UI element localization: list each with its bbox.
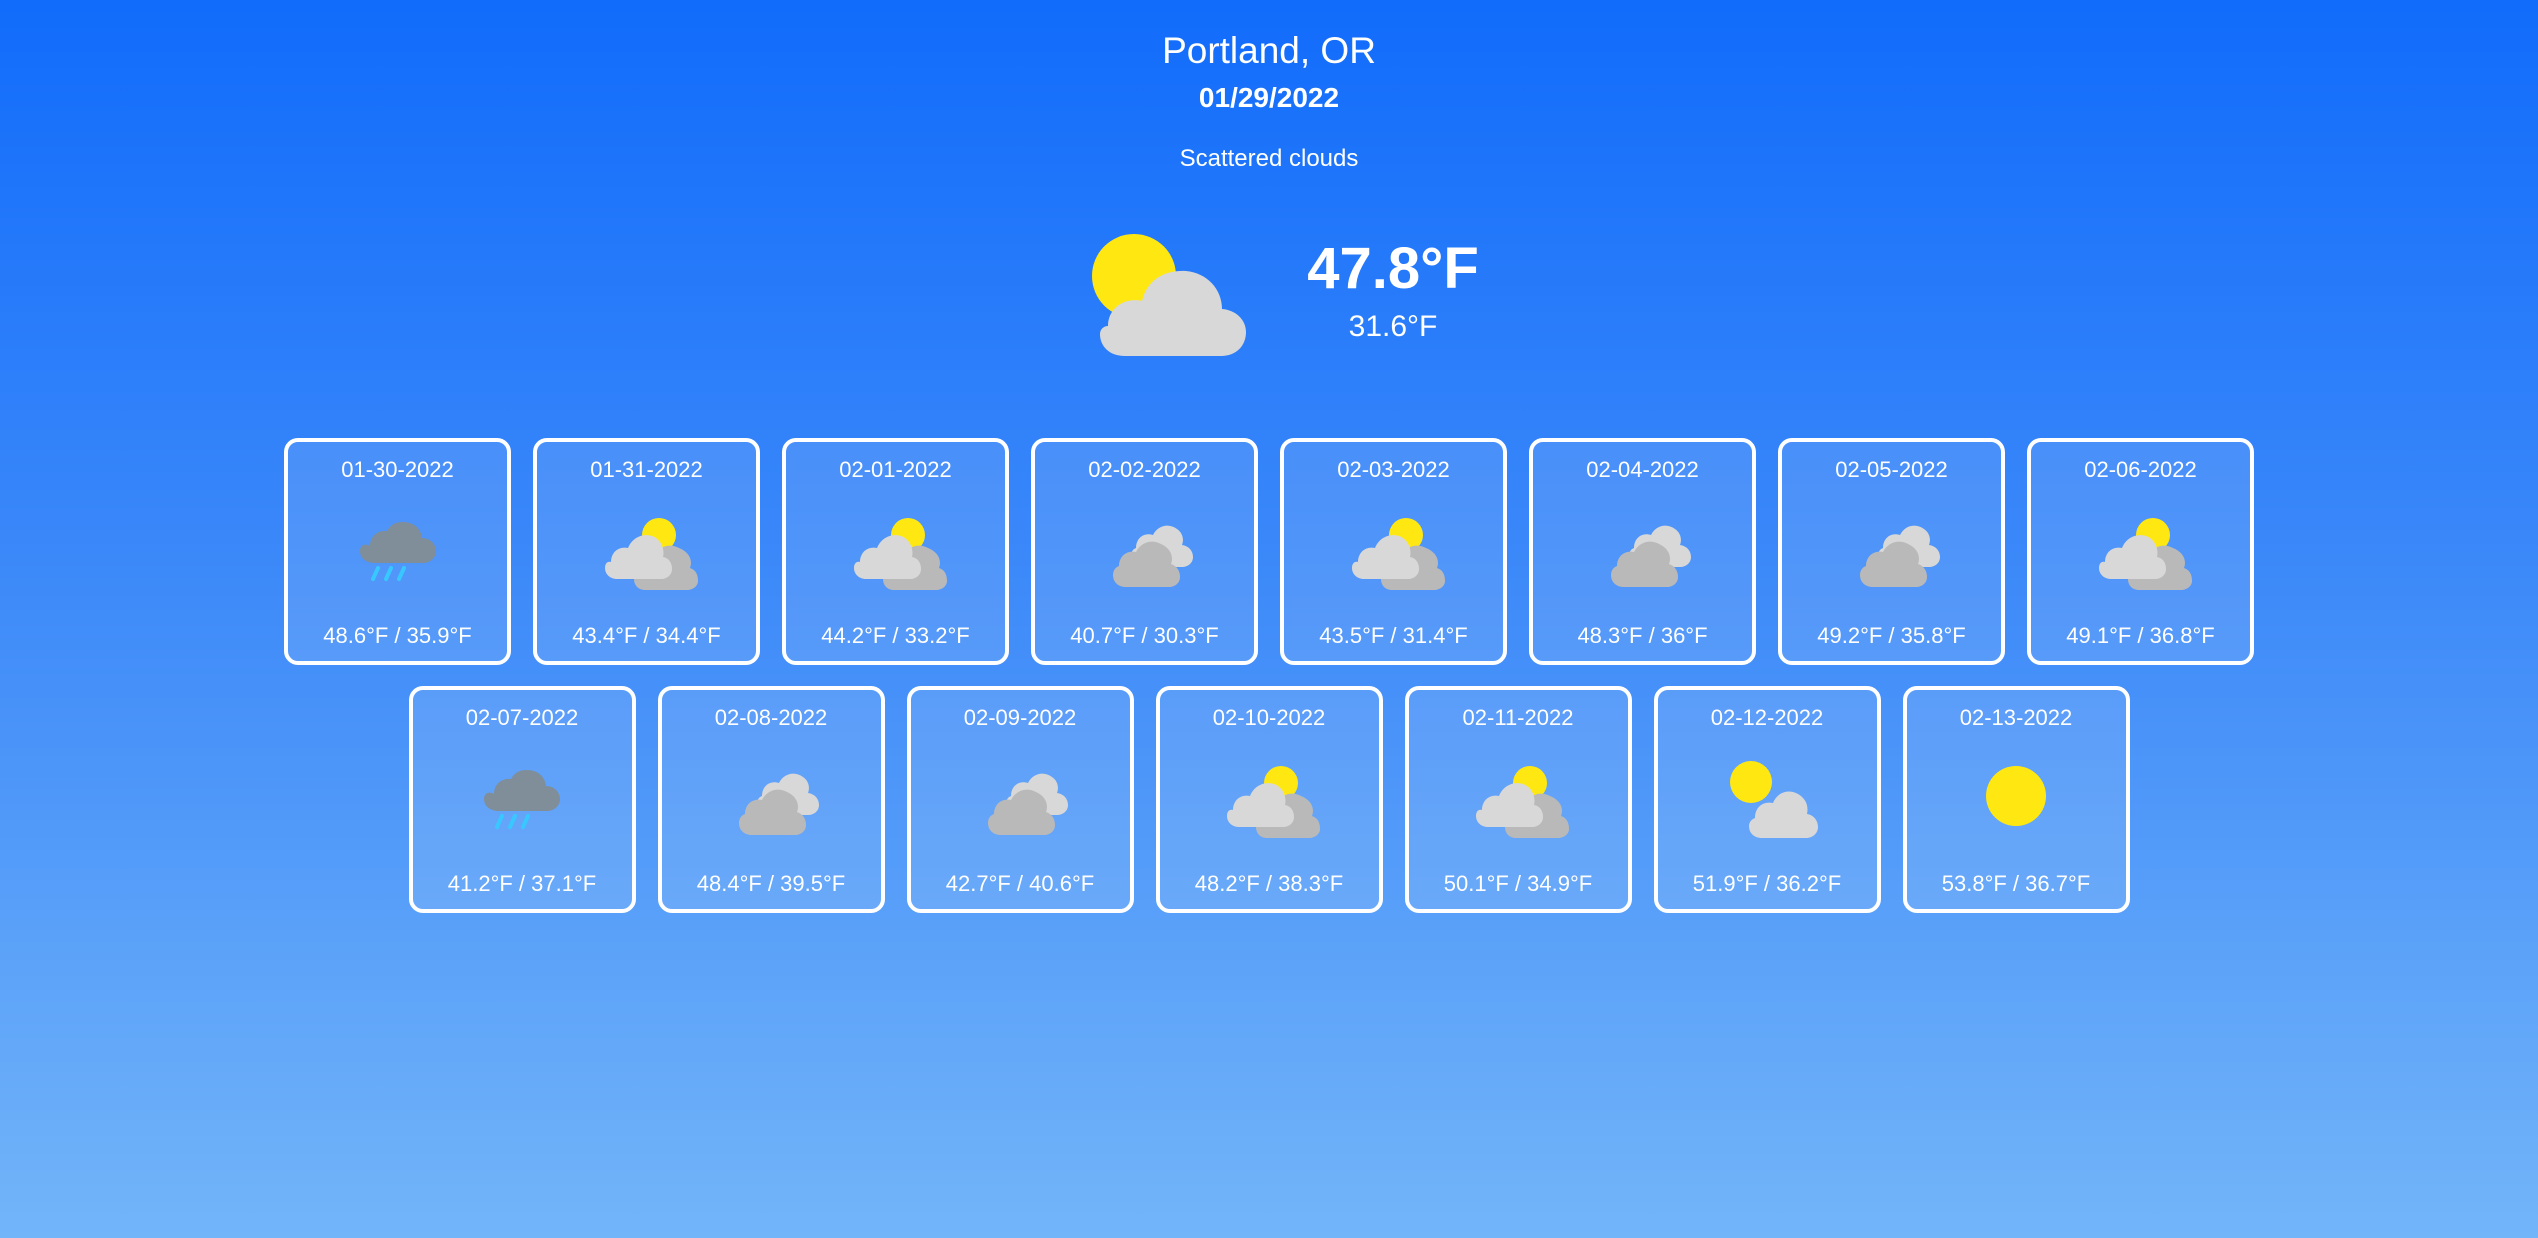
forecast-temperatures: 48.3°F / 36°F (1577, 623, 1708, 648)
forecast-card: 01-31-2022 43.4°F / 34.4°F (533, 438, 760, 665)
cloudy-icon (988, 773, 1068, 835)
forecast-card: 02-06-2022 49.1°F / 36.8°F (2027, 438, 2254, 665)
forecast-card: 02-12-2022 51.9°F / 36.2°F (1653, 686, 1881, 913)
forecast-temperatures: 40.7°F / 30.3°F (1070, 623, 1219, 648)
forecast-card: 02-04-2022 48.3°F / 36°F (1529, 438, 1756, 665)
rain-icon (484, 770, 560, 829)
forecast-temperatures: 43.4°F / 34.4°F (572, 623, 721, 648)
location-title: Portland, OR (1162, 30, 1376, 71)
cloudy-icon (1859, 525, 1940, 587)
partly-cloudy-icon (604, 518, 698, 590)
forecast-temperatures: 49.1°F / 36.8°F (2066, 623, 2215, 648)
weather-description: Scattered clouds (1179, 145, 1359, 172)
forecast-date: 02-07-2022 (465, 705, 579, 730)
partly-cloudy-icon (2098, 518, 2192, 590)
forecast-row-1: 01-30-2022 48.6°F / 35.9°F 01-31-2022 43… (0, 438, 2538, 665)
current-date: 01/29/2022 (1198, 82, 1340, 113)
cloudy-icon (1112, 525, 1193, 587)
forecast-card: 02-05-2022 49.2°F / 35.8°F (1778, 438, 2005, 665)
current-weather-icon (1092, 234, 1248, 358)
forecast-date: 02-04-2022 (1586, 457, 1699, 482)
forecast-date: 02-13-2022 (1959, 705, 2073, 730)
cloudy-icon (1610, 525, 1691, 587)
cloudy-icon (739, 773, 819, 835)
forecast-date: 02-10-2022 (1212, 705, 1326, 730)
partly-cloudy-icon (1351, 518, 1445, 590)
current-low-temp: 31.6°F (1348, 310, 1438, 343)
forecast-temperatures: 41.2°F / 37.1°F (447, 871, 597, 896)
forecast-temperatures: 43.5°F / 31.4°F (1319, 623, 1468, 648)
forecast-temperatures: 48.2°F / 38.3°F (1194, 871, 1344, 896)
partly-cloudy-icon (853, 518, 947, 590)
forecast-temperatures: 44.2°F / 33.2°F (821, 623, 970, 648)
current-high-temp: 47.8°F (1307, 236, 1479, 301)
forecast-card: 02-09-2022 42.7°F / 40.6°F (906, 686, 1134, 913)
forecast-row-2: 02-07-2022 41.2°F / 37.1°F 02-08-2022 48… (0, 686, 2538, 913)
forecast-date: 01-31-2022 (590, 457, 703, 482)
forecast-date: 02-01-2022 (839, 457, 952, 482)
partly-cloudy-icon (1476, 766, 1569, 838)
partly-cloudy-icon (1227, 766, 1320, 838)
forecast-date: 02-11-2022 (1462, 705, 1574, 730)
forecast-temperatures: 48.6°F / 35.9°F (323, 623, 472, 648)
forecast-card: 02-07-2022 41.2°F / 37.1°F (408, 686, 636, 913)
forecast-temperatures: 42.7°F / 40.6°F (945, 871, 1095, 896)
forecast-card: 02-11-2022 50.1°F / 34.9°F (1404, 686, 1632, 913)
rain-icon (359, 522, 436, 581)
forecast-card: 02-03-2022 43.5°F / 31.4°F (1280, 438, 1507, 665)
sun-icon (1986, 766, 2046, 826)
forecast-card: 02-13-2022 53.8°F / 36.7°F (1902, 686, 2130, 913)
forecast-date: 02-12-2022 (1710, 705, 1824, 730)
forecast-temperatures: 48.4°F / 39.5°F (696, 871, 846, 896)
forecast-date: 02-03-2022 (1337, 457, 1450, 482)
forecast-card: 01-30-2022 48.6°F / 35.9°F (284, 438, 511, 665)
forecast-card: 02-01-2022 44.2°F / 33.2°F (782, 438, 1009, 665)
forecast-date: 02-06-2022 (2084, 457, 2197, 482)
forecast-card: 02-08-2022 48.4°F / 39.5°F (657, 686, 885, 913)
forecast-date: 02-02-2022 (1088, 457, 1201, 482)
forecast-temperatures: 51.9°F / 36.2°F (1692, 871, 1842, 896)
forecast-temperatures: 49.2°F / 35.8°F (1817, 623, 1966, 648)
partly-cloudy-icon (1092, 234, 1246, 356)
forecast-date: 01-30-2022 (341, 457, 454, 482)
sun-cloud-icon (1730, 761, 1818, 838)
forecast-date: 02-09-2022 (963, 705, 1077, 730)
current-temperatures: 47.8°F 31.6°F (1300, 236, 1486, 346)
forecast-card: 02-10-2022 48.2°F / 38.3°F (1155, 686, 1383, 913)
forecast-date: 02-05-2022 (1835, 457, 1948, 482)
forecast-temperatures: 53.8°F / 36.7°F (1941, 871, 2091, 896)
forecast-date: 02-08-2022 (714, 705, 828, 730)
forecast-card: 02-02-2022 40.7°F / 30.3°F (1031, 438, 1258, 665)
forecast-temperatures: 50.1°F / 34.9°F (1443, 871, 1593, 896)
